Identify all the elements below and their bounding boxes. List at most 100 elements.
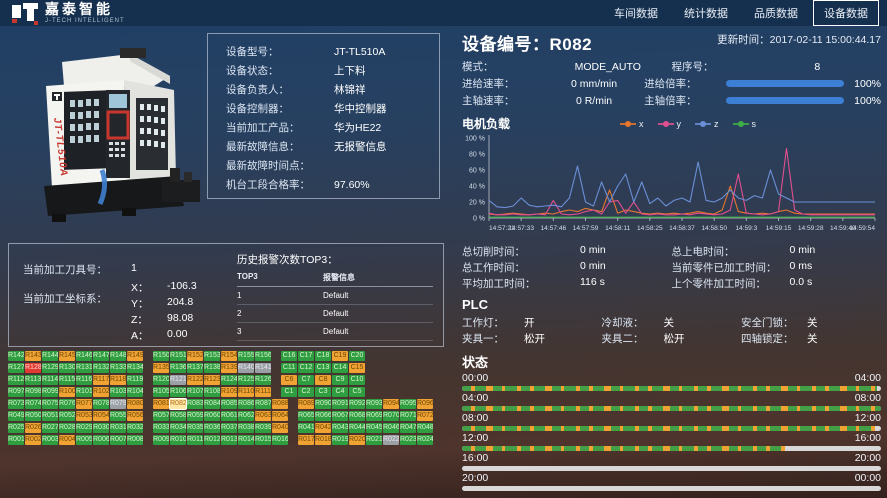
- machine-cell-R063[interactable]: R063: [255, 411, 271, 421]
- machine-cell-R135[interactable]: R135: [153, 363, 169, 373]
- machine-cell-R101[interactable]: R101: [76, 387, 92, 397]
- machine-cell-R154[interactable]: R154: [221, 351, 237, 361]
- machine-cell-R078[interactable]: R078: [93, 399, 109, 409]
- machine-cell-R139[interactable]: R139: [221, 363, 237, 373]
- machine-cell-R055[interactable]: R055: [110, 411, 126, 421]
- machine-cell-R027[interactable]: R027: [42, 423, 58, 433]
- machine-cell-R023[interactable]: R023: [400, 435, 416, 445]
- machine-cell-R007[interactable]: R007: [110, 435, 126, 445]
- machine-cell-R032[interactable]: R032: [127, 423, 143, 433]
- machine-cell-R010[interactable]: R010: [170, 435, 186, 445]
- machine-cell-R149[interactable]: R149: [127, 351, 143, 361]
- machine-cell-R059[interactable]: R059: [187, 411, 203, 421]
- machine-cell-R136[interactable]: R136: [170, 363, 186, 373]
- machine-cell-R109[interactable]: R109: [221, 387, 237, 397]
- machine-cell-C8[interactable]: C8: [315, 375, 331, 385]
- machine-cell-R071[interactable]: R071: [400, 411, 416, 421]
- machine-cell-R138[interactable]: R138: [204, 363, 220, 373]
- machine-cell-R141[interactable]: R141: [255, 363, 271, 373]
- machine-cell-R137[interactable]: R137: [187, 363, 203, 373]
- machine-cell-R079[interactable]: R079: [110, 399, 126, 409]
- machine-cell-R013[interactable]: R013: [221, 435, 237, 445]
- machine-cell-R050[interactable]: R050: [25, 411, 41, 421]
- nav-item-统计数据[interactable]: 统计数据: [673, 0, 739, 26]
- machine-cell-R070[interactable]: R070: [383, 411, 399, 421]
- machine-cell-R102[interactable]: R102: [93, 387, 109, 397]
- machine-cell-R151[interactable]: R151: [170, 351, 186, 361]
- machine-cell-R042[interactable]: R042: [315, 423, 331, 433]
- machine-cell-C13[interactable]: C13: [315, 363, 331, 373]
- machine-cell-R061[interactable]: R061: [221, 411, 237, 421]
- machine-cell-R117[interactable]: R117: [93, 375, 109, 385]
- machine-cell-R142[interactable]: R142: [8, 351, 24, 361]
- machine-cell-R047[interactable]: R047: [400, 423, 416, 433]
- machine-cell-R008[interactable]: R008: [127, 435, 143, 445]
- machine-cell-R052[interactable]: R052: [59, 411, 75, 421]
- machine-cell-R112[interactable]: R112: [8, 375, 24, 385]
- machine-cell-R145[interactable]: R145: [59, 351, 75, 361]
- machine-cell-R122[interactable]: R122: [187, 375, 203, 385]
- machine-cell-R152[interactable]: R152: [187, 351, 203, 361]
- machine-cell-R065[interactable]: R065: [298, 411, 314, 421]
- machine-cell-R090[interactable]: R090: [315, 399, 331, 409]
- machine-cell-C10[interactable]: C10: [349, 375, 365, 385]
- machine-cell-R110[interactable]: R110: [238, 387, 254, 397]
- machine-cell-R060[interactable]: R060: [204, 411, 220, 421]
- machine-cell-C12[interactable]: C12: [298, 363, 314, 373]
- machine-cell-R130[interactable]: R130: [59, 363, 75, 373]
- legend-item-z[interactable]: z: [695, 119, 719, 129]
- machine-cell-R146[interactable]: R146: [76, 351, 92, 361]
- machine-cell-R123[interactable]: R123: [204, 375, 220, 385]
- machine-cell-C11[interactable]: C11: [281, 363, 297, 373]
- machine-cell-C20[interactable]: C20: [349, 351, 365, 361]
- machine-cell-R086[interactable]: R086: [238, 399, 254, 409]
- machine-cell-R118[interactable]: R118: [110, 375, 126, 385]
- machine-cell-R017[interactable]: R017: [298, 435, 314, 445]
- machine-cell-R049[interactable]: R049: [8, 411, 24, 421]
- machine-cell-R011[interactable]: R011: [187, 435, 203, 445]
- machine-cell-R084[interactable]: R084: [204, 399, 220, 409]
- machine-cell-R155[interactable]: R155: [238, 351, 254, 361]
- machine-cell-C14[interactable]: C14: [332, 363, 348, 373]
- nav-item-品质数据[interactable]: 品质数据: [743, 0, 809, 26]
- machine-cell-R026[interactable]: R026: [25, 423, 41, 433]
- machine-cell-R147[interactable]: R147: [93, 351, 109, 361]
- machine-cell-R066[interactable]: R066: [315, 411, 331, 421]
- machine-cell-R132[interactable]: R132: [93, 363, 109, 373]
- machine-cell-R120[interactable]: R120: [153, 375, 169, 385]
- machine-cell-R056[interactable]: R056: [127, 411, 143, 421]
- legend-item-s[interactable]: s: [733, 119, 757, 129]
- machine-cell-R094[interactable]: R094: [383, 399, 399, 409]
- machine-cell-R074[interactable]: R074: [25, 399, 41, 409]
- machine-cell-R121[interactable]: R121: [170, 375, 186, 385]
- machine-cell-R022[interactable]: R022: [383, 435, 399, 445]
- machine-cell-C15[interactable]: C15: [349, 363, 365, 373]
- machine-cell-R127[interactable]: R127: [8, 363, 24, 373]
- machine-cell-R005[interactable]: R005: [76, 435, 92, 445]
- machine-cell-R095[interactable]: R095: [400, 399, 416, 409]
- machine-cell-R062[interactable]: R062: [238, 411, 254, 421]
- machine-cell-R113[interactable]: R113: [25, 375, 41, 385]
- machine-cell-R087[interactable]: R087: [255, 399, 271, 409]
- machine-cell-R099[interactable]: R099: [42, 387, 58, 397]
- machine-cell-C4[interactable]: C4: [332, 387, 348, 397]
- machine-cell-R040[interactable]: R040: [272, 423, 288, 433]
- machine-cell-C7[interactable]: C7: [298, 375, 314, 385]
- machine-cell-R038[interactable]: R038: [238, 423, 254, 433]
- machine-cell-C9[interactable]: C9: [332, 375, 348, 385]
- machine-cell-R058[interactable]: R058: [170, 411, 186, 421]
- machine-cell-R069[interactable]: R069: [366, 411, 382, 421]
- machine-cell-R111[interactable]: R111: [255, 387, 271, 397]
- legend-item-x[interactable]: x: [620, 119, 644, 129]
- machine-cell-R103[interactable]: R103: [110, 387, 126, 397]
- machine-cell-R033[interactable]: R033: [153, 423, 169, 433]
- machine-cell-C16[interactable]: C16: [281, 351, 297, 361]
- machine-cell-R156[interactable]: R156: [255, 351, 271, 361]
- machine-cell-R091[interactable]: R091: [332, 399, 348, 409]
- machine-cell-R030[interactable]: R030: [93, 423, 109, 433]
- machine-cell-R016[interactable]: R016: [272, 435, 288, 445]
- machine-cell-R105[interactable]: R105: [153, 387, 169, 397]
- machine-cell-R133[interactable]: R133: [110, 363, 126, 373]
- machine-cell-R028[interactable]: R028: [59, 423, 75, 433]
- machine-cell-R036[interactable]: R036: [204, 423, 220, 433]
